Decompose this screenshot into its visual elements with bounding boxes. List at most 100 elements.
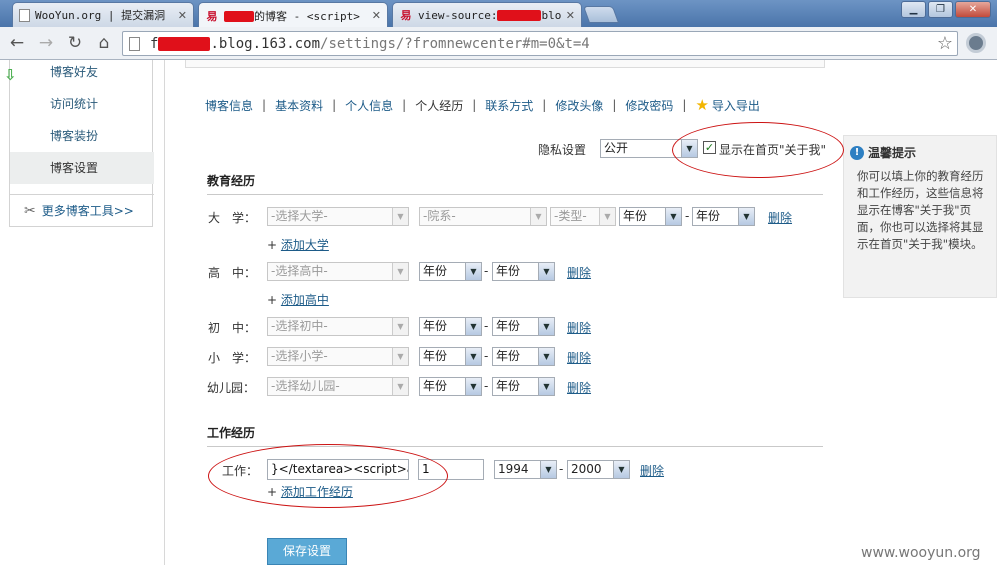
highschool-label: 高 中： <box>208 266 257 280</box>
chevron-down-icon: ▼ <box>538 263 554 280</box>
address-bar[interactable]: f .blog.163.com/settings/?fromnewcenter#m… <box>122 31 958 56</box>
chevron-down-icon: ▼ <box>738 208 754 225</box>
sidebar-item-stats[interactable]: 访问统计 <box>10 88 154 120</box>
primaryschool-year-start-select[interactable]: 年份 ▼ <box>419 347 482 366</box>
subnav-experience[interactable]: 个人经历 <box>415 97 463 114</box>
close-icon[interactable]: ✕ <box>372 9 381 22</box>
forward-icon[interactable]: → <box>35 32 57 54</box>
work-year-end-select[interactable]: 2000 ▼ <box>567 460 630 479</box>
tips-body: 你可以填上你的教育经历和工作经历，这些信息将显示在博客"关于我"页面，你也可以选… <box>857 169 984 251</box>
divider <box>207 194 823 195</box>
middleschool-delete-link[interactable]: 删除 <box>567 319 591 336</box>
highschool-select[interactable]: -选择高中- ▼ <box>267 262 409 281</box>
chevron-down-icon: ▼ <box>599 208 615 225</box>
chevron-down-icon: ▼ <box>465 348 481 365</box>
kindergarten-label: 幼儿园： <box>207 381 256 395</box>
university-select[interactable]: -选择大学- ▼ <box>267 207 409 226</box>
highschool-year-end-select[interactable]: 年份 ▼ <box>492 262 555 281</box>
back-icon[interactable]: ← <box>6 32 28 54</box>
primaryschool-label: 小 学： <box>208 351 257 365</box>
chevron-down-icon: ▼ <box>538 378 554 395</box>
department-select[interactable]: -院系- ▼ <box>419 207 547 226</box>
university-label: 大 学： <box>208 211 257 225</box>
subnav-avatar[interactable]: 修改头像 <box>555 97 603 114</box>
star-icon: ★ <box>695 96 709 114</box>
middleschool-year-start-select[interactable]: 年份 ▼ <box>419 317 482 336</box>
chevron-down-icon: ▼ <box>538 318 554 335</box>
close-icon[interactable]: ✕ <box>566 9 575 22</box>
primaryschool-select[interactable]: -选择小学- ▼ <box>267 347 409 366</box>
chevron-down-icon: ▼ <box>613 461 629 478</box>
sidebar-item-settings[interactable]: 博客设置 <box>10 152 154 184</box>
middleschool-label: 初 中： <box>208 321 257 335</box>
highschool-delete-link[interactable]: 删除 <box>567 264 591 281</box>
page-icon <box>129 36 140 51</box>
tab-title: WooYun.org | 提交漏洞 <box>35 9 166 22</box>
chevron-down-icon: ▼ <box>392 378 408 395</box>
tab-wooyun[interactable]: WooYun.org | 提交漏洞 ✕ <box>12 2 194 27</box>
privacy-label: 隐私设置 <box>538 143 587 157</box>
info-icon: ! <box>850 145 864 160</box>
tools-icon: ✂ <box>24 202 36 219</box>
settings-subnav: 博客信息 | 基本资料 | 个人信息 | 个人经历 | 联系方式 | 修改头像 | 修改密码… <box>205 96 760 114</box>
sidebar-item-decor[interactable]: 博客装扮 <box>10 120 154 152</box>
close-icon[interactable]: ✕ <box>178 9 187 22</box>
subnav-contact[interactable]: 联系方式 <box>485 97 533 114</box>
middleschool-select[interactable]: -选择初中- ▼ <box>267 317 409 336</box>
education-title: 教育经历 <box>207 174 256 188</box>
tab-view-source[interactable]: 易 view-source: blo ✕ <box>392 2 582 27</box>
annotation-ellipse <box>672 122 844 178</box>
chevron-down-icon: ▼ <box>392 208 408 225</box>
sidebar-item-friends[interactable]: ⇩ 博客好友 <box>4 56 154 88</box>
settings-wrench-icon[interactable] <box>966 33 986 53</box>
more-tools-link[interactable]: ✂ 更多博客工具>> <box>24 202 134 219</box>
close-window-icon[interactable]: ✕ <box>955 1 991 18</box>
tips-title: 温馨提示 <box>868 146 917 160</box>
divider <box>10 194 154 195</box>
kindergarten-select[interactable]: -选择幼儿园- ▼ <box>267 377 409 396</box>
subnav-import-export[interactable]: 导入导出 <box>712 97 760 114</box>
reload-icon[interactable]: ↻ <box>64 32 86 54</box>
subnav-basic-info[interactable]: 基本资料 <box>275 97 323 114</box>
add-university-link[interactable]: + 添加大学 <box>267 236 329 253</box>
kindergarten-delete-link[interactable]: 删除 <box>567 379 591 396</box>
add-highschool-link[interactable]: + 添加高中 <box>267 291 329 308</box>
subnav-blog-info[interactable]: 博客信息 <box>205 97 253 114</box>
kindergarten-year-start-select[interactable]: 年份 ▼ <box>419 377 482 396</box>
primaryschool-year-end-select[interactable]: 年份 ▼ <box>492 347 555 366</box>
sidebar: ⇩ 博客好友 访问统计 博客装扮 博客设置 ✂ 更多博客工具>> <box>4 60 154 227</box>
new-tab-button[interactable] <box>582 6 620 23</box>
degree-type-select[interactable]: -类型- ▼ <box>550 207 616 226</box>
divider <box>164 60 165 565</box>
middleschool-year-end-select[interactable]: 年份 ▼ <box>492 317 555 336</box>
university-year-end-select[interactable]: 年份 ▼ <box>692 207 755 226</box>
minimize-icon[interactable]: ▁ <box>901 1 926 18</box>
subnav-personal-info[interactable]: 个人信息 <box>345 97 393 114</box>
watermark: www.wooyun.org <box>861 545 981 561</box>
chevron-down-icon: ▼ <box>465 318 481 335</box>
save-button[interactable]: 保存设置 <box>267 538 347 565</box>
restore-icon[interactable]: ❐ <box>928 1 953 18</box>
window-controls: ▁ ❐ ✕ <box>901 1 991 18</box>
tab-title: view-source: blo <box>418 8 562 22</box>
bookmark-star-icon[interactable]: ☆ <box>937 33 953 54</box>
page-icon <box>19 8 30 22</box>
work-year-start-select[interactable]: 1994 ▼ <box>494 460 557 479</box>
chevron-down-icon: ▼ <box>465 378 481 395</box>
chevron-down-icon: ▼ <box>392 318 408 335</box>
chevron-down-icon: ▼ <box>392 348 408 365</box>
primaryschool-delete-link[interactable]: 删除 <box>567 349 591 366</box>
netease-logo-icon: 易 <box>400 9 412 22</box>
work-title: 工作经历 <box>207 426 256 440</box>
subnav-password[interactable]: 修改密码 <box>625 97 673 114</box>
chevron-down-icon: ▼ <box>538 348 554 365</box>
tab-blog[interactable]: 易 的博客 - <script> ✕ <box>198 2 388 28</box>
university-year-start-select[interactable]: 年份 ▼ <box>619 207 682 226</box>
kindergarten-year-end-select[interactable]: 年份 ▼ <box>492 377 555 396</box>
arrow-down-icon: ⇩ <box>4 66 17 84</box>
chevron-down-icon: ▼ <box>465 263 481 280</box>
highschool-year-start-select[interactable]: 年份 ▼ <box>419 262 482 281</box>
work-delete-link[interactable]: 删除 <box>640 462 664 479</box>
home-icon[interactable]: ⌂ <box>93 32 115 54</box>
university-delete-link[interactable]: 删除 <box>768 209 792 226</box>
